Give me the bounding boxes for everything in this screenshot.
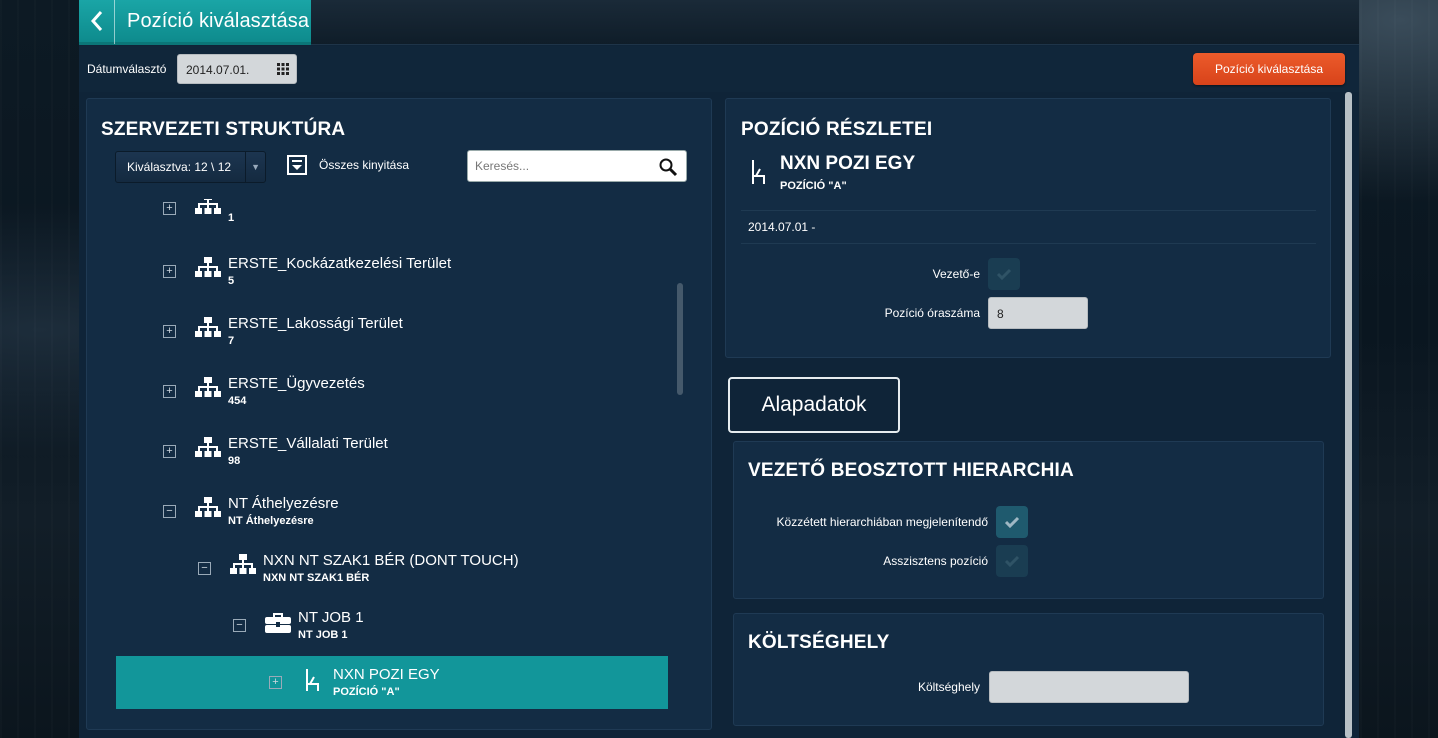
- position-details-title: POZÍCIÓ RÉSZLETEI: [741, 119, 933, 140]
- expand-toggle[interactable]: +: [163, 202, 176, 215]
- collapse-toggle[interactable]: −: [233, 619, 246, 632]
- tree-node-name: NXN NT SZAK1 BÉR (DONT TOUCH): [263, 552, 519, 569]
- cost-center-label: Költséghely: [917, 680, 980, 694]
- collapse-toggle[interactable]: −: [163, 505, 176, 518]
- tree-node-sub: POZÍCIÓ "A": [333, 686, 400, 698]
- org-chart-icon: [195, 199, 221, 214]
- expand-toggle[interactable]: +: [163, 445, 176, 458]
- cost-center-title: KÖLTSÉGHELY: [748, 632, 890, 653]
- cost-center-input[interactable]: [989, 671, 1189, 703]
- tree-node-name: ERSTE_Lakossági Terület: [228, 315, 403, 332]
- tree-node[interactable]: + ERSTE_Lakossági Terület 7: [87, 315, 647, 365]
- app-window: Pozíció kiválasztása Dátumválasztó 2014.…: [79, 0, 1359, 738]
- tree-node-name: NXN POZI EGY: [333, 666, 440, 683]
- expand-all-button[interactable]: Összes kinyitása: [287, 155, 409, 175]
- date-value: 2014.07.01.: [186, 63, 250, 77]
- page-scrollbar[interactable]: [1345, 92, 1352, 738]
- is-manager-checkbox[interactable]: [988, 258, 1020, 290]
- search-input[interactable]: [468, 151, 648, 181]
- tree-node-sub: 5: [228, 275, 235, 287]
- chevron-down-icon[interactable]: ▼: [245, 152, 265, 182]
- tab-basic-data[interactable]: Alapadatok: [728, 377, 900, 433]
- org-structure-panel: SZERVEZETI STRUKTÚRA Kiválasztva: 12 \ 1…: [86, 98, 712, 730]
- tree-node[interactable]: + 1: [87, 199, 647, 242]
- validity-date-range: 2014.07.01 -: [748, 220, 816, 234]
- date-picker-label: Dátumválasztó: [87, 62, 167, 76]
- expand-toggle[interactable]: +: [163, 385, 176, 398]
- chair-icon: [752, 160, 765, 184]
- org-chart-icon: [195, 497, 221, 517]
- tree-node-name: ERSTE_Kockázatkezelési Terület: [228, 255, 452, 272]
- top-bar: Pozíció kiválasztása: [79, 0, 1359, 45]
- org-chart-icon: [195, 317, 221, 337]
- expand-toggle[interactable]: +: [163, 325, 176, 338]
- collapse-toggle[interactable]: −: [198, 562, 211, 575]
- org-tree: + 1 + ERSTE_Kockázatkezelési Terület 5 +…: [87, 199, 711, 729]
- briefcase-icon: [265, 613, 291, 633]
- org-chart-icon: [195, 377, 221, 397]
- is-manager-label: Vezető-e: [932, 267, 980, 281]
- position-details-panel: POZÍCIÓ RÉSZLETEI NXN POZI EGY POZÍCIÓ "…: [725, 98, 1331, 358]
- calendar-grid-icon[interactable]: [277, 63, 289, 75]
- tree-node-sub: NXN NT SZAK1 BÉR: [263, 572, 370, 584]
- show-in-hierarchy-checkbox[interactable]: [996, 506, 1028, 538]
- tree-node[interactable]: + ERSTE_Kockázatkezelési Terület 5: [87, 255, 647, 305]
- tree-node-sub: 454: [228, 395, 247, 407]
- tree-node-sub: 98: [228, 455, 241, 467]
- org-chart-icon: [195, 257, 221, 277]
- expand-toggle[interactable]: +: [269, 676, 282, 689]
- divider: [741, 243, 1316, 244]
- tree-node-name: ERSTE_Ügyvezetés: [228, 375, 365, 392]
- tree-node-name: NT Áthelyezésre: [228, 495, 339, 512]
- select-position-button[interactable]: Pozíció kiválasztása: [1193, 53, 1345, 85]
- tree-node-sub: 7: [228, 335, 235, 347]
- expand-toggle[interactable]: +: [163, 265, 176, 278]
- tree-node-name: NT JOB 1: [298, 609, 364, 626]
- selected-count-dropdown[interactable]: Kiválasztva: 12 \ 12 ▼: [115, 151, 266, 183]
- tree-node[interactable]: + ERSTE_Vállalati Terület 98: [87, 435, 647, 485]
- title-tab: Pozíció kiválasztása: [79, 0, 311, 45]
- tree-node-selected[interactable]: + NXN POZI EGY POZÍCIÓ "A": [87, 666, 647, 716]
- check-icon: [996, 268, 1012, 280]
- tree-node-name: ERSTE_Vállalati Terület: [228, 435, 388, 452]
- expand-all-icon: [287, 155, 307, 175]
- check-icon: [1004, 555, 1020, 567]
- position-subtitle: POZÍCIÓ "A": [780, 180, 847, 192]
- expand-all-label: Összes kinyitása: [319, 158, 410, 172]
- toolbar: Dátumválasztó 2014.07.01. Pozíció kivála…: [79, 46, 1359, 92]
- tree-node-sub: NT Áthelyezésre: [228, 515, 314, 527]
- date-picker-input[interactable]: 2014.07.01.: [177, 54, 297, 84]
- tree-node[interactable]: − NT JOB 1 NT JOB 1: [87, 609, 647, 659]
- org-structure-title: SZERVEZETI STRUKTÚRA: [101, 119, 346, 140]
- selected-count-label: Kiválasztva: 12 \ 12: [127, 160, 232, 174]
- position-name: NXN POZI EGY: [780, 153, 916, 174]
- assistant-label: Asszisztens pozíció: [883, 554, 988, 568]
- tree-node[interactable]: − NT Áthelyezésre NT Áthelyezésre: [87, 495, 647, 545]
- hours-label: Pozíció óraszáma: [884, 306, 980, 320]
- search-icon[interactable]: [658, 157, 678, 177]
- hours-input[interactable]: 8: [988, 297, 1088, 329]
- tree-node-sub: NT JOB 1: [298, 629, 348, 641]
- hierarchy-title: VEZETŐ BEOSZTOTT HIERARCHIA: [748, 460, 1074, 481]
- show-in-hierarchy-label: Közzétett hierarchiában megjelenítendő: [776, 515, 988, 529]
- cost-center-panel: KÖLTSÉGHELY Költséghely: [733, 613, 1324, 726]
- tree-node[interactable]: − NXN NT SZAK1 BÉR (DONT TOUCH) NXN NT S…: [87, 552, 647, 602]
- tree-node[interactable]: + ERSTE_Ügyvezetés 454: [87, 375, 647, 425]
- check-icon: [1004, 516, 1020, 528]
- tree-node-sub: 1: [228, 212, 235, 224]
- chevron-left-icon: [90, 11, 102, 31]
- tree-scrollbar[interactable]: [677, 283, 683, 395]
- org-chart-icon: [230, 554, 256, 574]
- search-box: [467, 150, 687, 182]
- chair-icon: [306, 669, 319, 691]
- page-title: Pozíció kiválasztása: [127, 9, 310, 32]
- hierarchy-panel: VEZETŐ BEOSZTOTT HIERARCHIA Közzétett hi…: [733, 441, 1324, 599]
- org-chart-icon: [195, 437, 221, 457]
- back-button[interactable]: [79, 0, 115, 44]
- assistant-checkbox[interactable]: [996, 545, 1028, 577]
- divider: [741, 210, 1316, 211]
